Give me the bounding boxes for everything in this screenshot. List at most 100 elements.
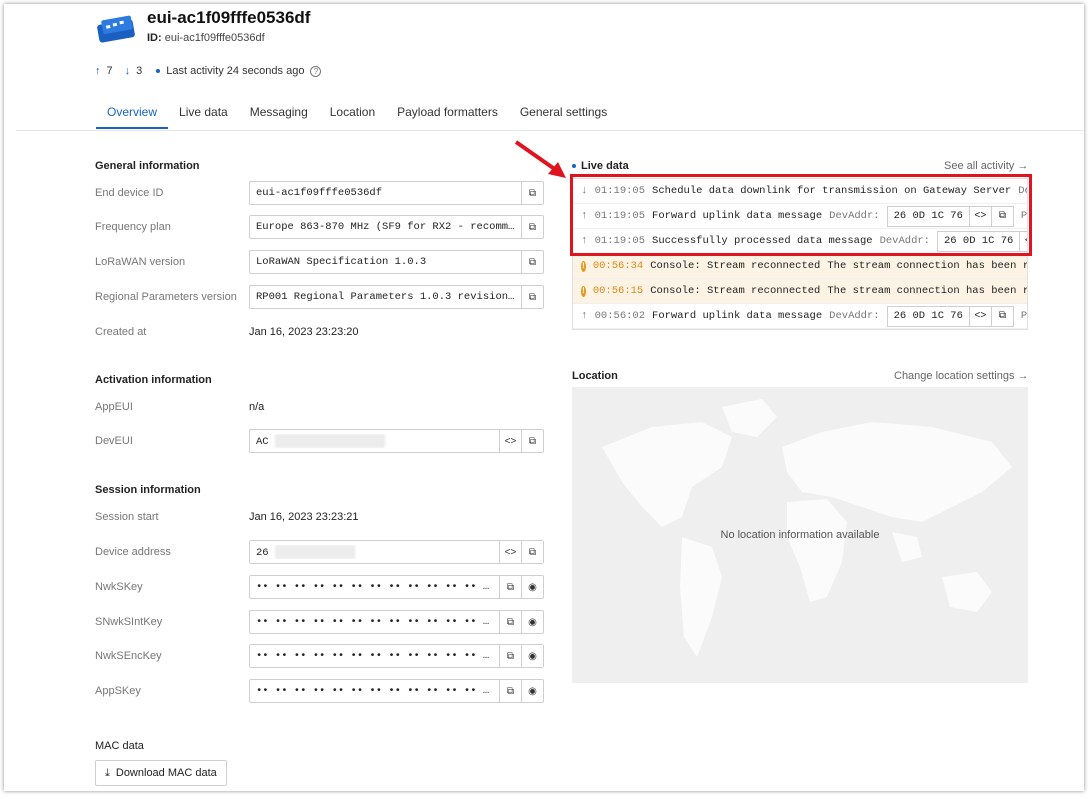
redacted-block [274,545,355,559]
uplink-count: 7 [106,65,113,77]
tab-overview[interactable]: Overview [96,98,169,129]
deveui-value: AC [250,434,499,448]
see-all-activity-link[interactable]: See all activity → [944,160,1028,172]
event-time: 00:56:15 [592,285,644,297]
frequency-plan-value: Europe 863-870 MHz (SF9 for RX2 - recomm… [256,221,521,233]
list-item[interactable]: ! 00:56:15 Console: Stream reconnected T… [573,279,1027,304]
frequency-plan-field: Europe 863-870 MHz (SF9 for RX2 - recomm… [249,215,544,239]
end-device-id-field: eui-ac1f09fffe0536df ⧉ [249,181,544,205]
redacted-block [274,434,385,448]
nwkskey-label: NwkSKey [95,581,143,593]
copy-icon[interactable]: ⧉ [521,182,543,204]
event-time: 00:56:34 [592,260,644,272]
event-message: Console: Stream reconnected [650,285,821,297]
annotation-arrow-icon [514,140,566,178]
end-device-id-label: End device ID [95,187,164,199]
lorawan-version-label: LoRaWAN version [95,256,186,268]
live-data-title: Live data [572,160,629,172]
tab-payload-formatters[interactable]: Payload formatters [386,98,509,129]
nwksenckey-value: •• •• •• •• •• •• •• •• •• •• •• •• •• •… [256,650,499,662]
copy-icon[interactable]: ⧉ [499,611,521,633]
regional-params-label: Regional Parameters version [95,291,237,303]
byte-order-icon[interactable]: <> [499,430,521,452]
copy-icon[interactable]: ⧉ [499,576,521,598]
activity-stats: ↑ 7 ↓ 3 Last activity 24 seconds ago ? [95,65,322,77]
device-address-value: 26 [250,545,499,559]
end-device-id-value: eui-ac1f09fffe0536df [256,187,383,199]
list-item[interactable]: ! 00:56:34 Console: Stream reconnected T… [573,254,1027,279]
highlight-box [570,174,1032,256]
device-icon [97,15,135,43]
appskey-value: •• •• •• •• •• •• •• •• •• •• •• •• •• •… [256,685,499,697]
created-at-label: Created at [95,326,147,338]
downlink-count: 3 [136,65,143,77]
deveui-label: DevEUI [95,435,133,447]
download-mac-data-button[interactable]: ⤓ Download MAC data [95,760,227,786]
frequency-plan-label: Frequency plan [95,221,171,233]
warning-icon: ! [581,285,586,297]
download-icon: ⤓ [105,766,110,779]
copy-icon[interactable]: ⧉ [521,541,543,563]
eye-icon[interactable]: ◉ [521,576,543,598]
regional-params-value: RP001 Regional Parameters 1.0.3 revision… [256,291,521,303]
appskey-field: •• •• •• •• •• •• •• •• •• •• •• •• •• •… [249,679,544,703]
help-icon[interactable]: ? [310,65,322,77]
tab-messaging[interactable]: Messaging [239,98,319,129]
devaddr-chip: 26 0D 1C 76 <> ⧉ [886,305,1014,327]
device-title: eui-ac1f09fffe0536df [147,8,311,27]
copy-icon[interactable]: ⧉ [521,430,543,452]
snwksintkey-label: SNwkSIntKey [95,616,163,628]
live-dot-icon [572,164,576,168]
tab-bar: Overview Live data Messaging Location Pa… [96,98,618,129]
download-mac-data-label: Download MAC data [115,767,217,779]
appeui-label: AppEUI [95,401,133,413]
deveui-field: AC <> ⧉ [249,429,544,453]
created-at-value: Jan 16, 2023 23:23:20 [249,326,359,338]
live-data-title-text: Live data [581,160,629,172]
copy-icon[interactable]: ⧉ [521,286,543,308]
list-item[interactable]: ↑ 00:56:02 Forward uplink data message D… [573,304,1027,329]
event-message: Forward uplink data message [652,310,823,322]
mac-data-title: MAC data [95,740,144,752]
warning-icon: ! [581,260,586,272]
eye-icon[interactable]: ◉ [521,611,543,633]
device-id-label: ID: [147,32,162,44]
session-start-label: Session start [95,511,159,523]
event-message: Console: Stream reconnected [650,260,821,272]
copy-icon[interactable]: ⧉ [521,251,543,273]
eye-icon[interactable]: ◉ [521,680,543,702]
copy-icon[interactable]: ⧉ [990,306,1013,326]
copy-icon[interactable]: ⧉ [499,645,521,667]
snwksintkey-value: •• •• •• •• •• •• •• •• •• •• •• •• •• •… [256,616,499,628]
change-location-settings-link[interactable]: Change location settings → [894,370,1029,382]
activation-info-title: Activation information [95,374,212,386]
app-frame: eui-ac1f09fffe0536df ID: eui-ac1f09fffe0… [4,4,1084,791]
appskey-label: AppSKey [95,685,141,697]
device-address-field: 26 <> ⧉ [249,540,544,564]
byte-order-icon[interactable]: <> [968,306,991,326]
devaddr-label: DevAddr: [829,310,880,322]
byte-order-icon[interactable]: <> [499,541,521,563]
copy-icon[interactable]: ⧉ [521,216,543,238]
event-detail: The stream connection has been re [827,260,1028,272]
copy-icon[interactable]: ⧉ [499,680,521,702]
lorawan-version-value: LoRaWAN Specification 1.0.3 [256,256,427,268]
nwksenckey-label: NwkSEncKey [95,650,162,662]
last-activity: Last activity 24 seconds ago [166,65,305,77]
event-tail: Pa [1020,310,1028,322]
downlink-arrow-icon: ↓ [124,65,131,77]
event-detail: The stream connection has been re [827,285,1028,297]
event-time: 00:56:02 [594,310,646,322]
location-title: Location [572,370,618,382]
nwkskey-value: •• •• •• •• •• •• •• •• •• •• •• •• •• •… [256,581,499,593]
tab-location[interactable]: Location [319,98,386,129]
nwksenckey-field: •• •• •• •• •• •• •• •• •• •• •• •• •• •… [249,644,544,668]
eye-icon[interactable]: ◉ [521,645,543,667]
tab-live-data[interactable]: Live data [168,98,239,129]
uplink-arrow-icon: ↑ [581,310,588,322]
device-address-label: Device address [95,546,171,558]
nwkskey-field: •• •• •• •• •• •• •• •• •• •• •• •• •• •… [249,575,544,599]
appeui-value: n/a [249,401,265,413]
tab-divider [16,130,1084,131]
tab-general-settings[interactable]: General settings [509,98,618,129]
